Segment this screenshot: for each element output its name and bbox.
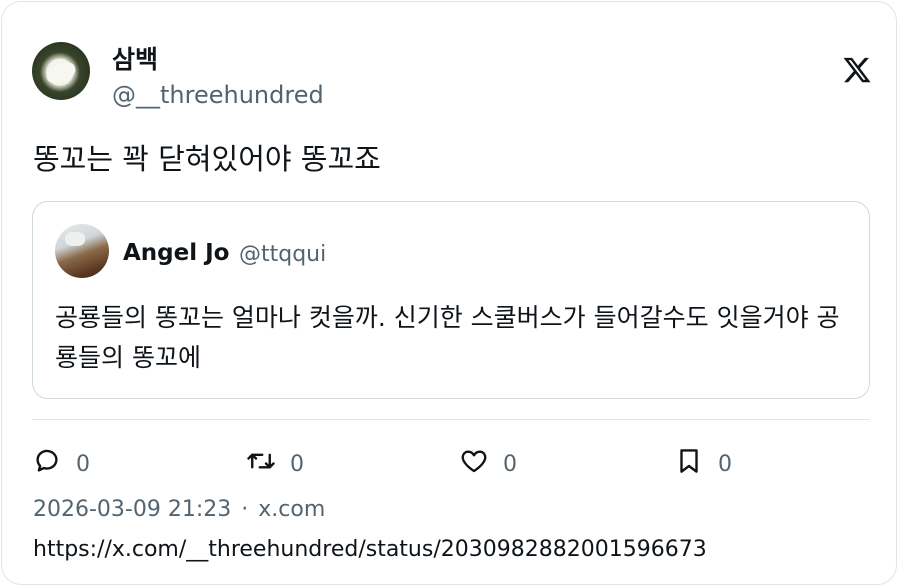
author-avatar[interactable]: [32, 42, 90, 100]
tweet-url[interactable]: https://x.com/__threehundred/status/2030…: [33, 537, 707, 562]
reply-button[interactable]: 0: [32, 444, 90, 478]
tweet-text: 똥꼬는 꽉 닫혀있어야 똥꼬죠: [33, 142, 381, 176]
retweet-count: 0: [290, 451, 304, 477]
quoted-author-avatar: [55, 224, 109, 278]
bookmark-button[interactable]: 0: [674, 444, 732, 478]
meta-separator: ·: [241, 497, 249, 522]
timestamp[interactable]: 2026-03-09 21:23: [33, 497, 231, 522]
tweet-meta: 2026-03-09 21:23 · x.com: [33, 497, 325, 522]
like-count: 0: [503, 451, 517, 477]
divider: [32, 419, 870, 420]
heart-icon: [461, 450, 487, 473]
quoted-tweet[interactable]: Angel Jo @ttqqui 공룡들의 똥꼬는 얼마나 컷을까. 신기한 스…: [32, 201, 870, 399]
quoted-author-handle: @ttqqui: [239, 242, 327, 267]
x-logo-icon[interactable]: [842, 54, 872, 86]
quoted-author-display-name: Angel Jo: [123, 240, 230, 266]
retweet-button[interactable]: 0: [246, 444, 304, 478]
tweet-card: 삼백 @__threehundred 똥꼬는 꽉 닫혀있어야 똥꼬죠 Angel…: [1, 1, 897, 585]
author-handle[interactable]: @__threehundred: [112, 81, 324, 109]
like-button[interactable]: 0: [459, 444, 517, 478]
reply-count: 0: [76, 451, 90, 477]
quoted-tweet-text: 공룡들의 똥꼬는 얼마나 컷을까. 신기한 스쿨버스가 들어갈수도 잇을거야 공…: [55, 303, 840, 372]
reply-icon: [36, 449, 58, 472]
bookmark-icon: [680, 449, 698, 473]
author-display-name[interactable]: 삼백: [112, 40, 158, 76]
source-domain[interactable]: x.com: [258, 497, 325, 522]
bookmark-count: 0: [718, 451, 732, 477]
retweet-icon: [247, 453, 275, 469]
